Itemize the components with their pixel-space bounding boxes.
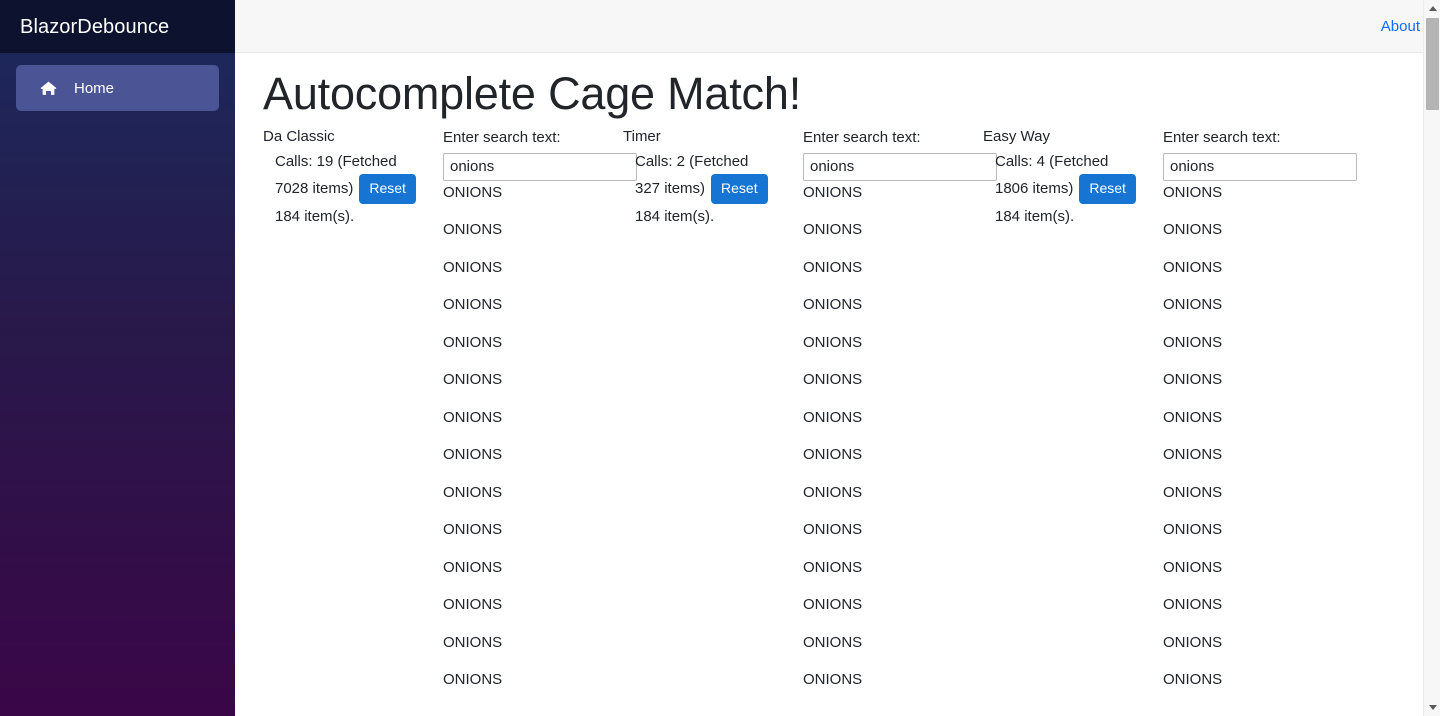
app-root: BlazorDebounce Home About Autocomplete C… [0, 0, 1440, 716]
list-item: ONIONS [1163, 181, 1343, 219]
page-content: Autocomplete Cage Match! Da Classic Call… [235, 53, 1440, 706]
column-title-timer: Timer [623, 126, 803, 149]
calls-line-timer: Calls: 2 (Fetched [635, 150, 803, 175]
list-item: ONIONS [1163, 593, 1343, 631]
calls-line-da-classic: Calls: 19 (Fetched [275, 150, 443, 175]
list-item: ONIONS [443, 443, 623, 481]
column-title-easy-way: Easy Way [983, 126, 1163, 149]
list-item: ONIONS [803, 218, 983, 256]
fetched-row-easy-way: 1806 items) Reset [995, 174, 1163, 203]
results-list-da-classic: ONIONS ONIONS ONIONS ONIONS ONIONS ONION… [443, 181, 623, 706]
results-list-easy-way: ONIONS ONIONS ONIONS ONIONS ONIONS ONION… [1163, 181, 1343, 706]
list-item: ONIONS [443, 481, 623, 519]
list-item: ONIONS [443, 593, 623, 631]
results-list-timer: ONIONS ONIONS ONIONS ONIONS ONIONS ONION… [803, 181, 983, 706]
list-item: ONIONS [803, 293, 983, 331]
search-label-timer: Enter search text: [803, 126, 983, 151]
column-timer-search: Enter search text: ONIONS ONIONS ONIONS … [803, 126, 983, 706]
top-bar: About [235, 0, 1440, 53]
calls-line-easy-way: Calls: 4 (Fetched [995, 150, 1163, 175]
sidebar: BlazorDebounce Home [0, 0, 235, 716]
search-label-easy-way: Enter search text: [1163, 126, 1343, 151]
fetched-items-da-classic: 7028 items) [275, 177, 353, 202]
list-item: ONIONS [803, 368, 983, 406]
list-item: ONIONS [1163, 218, 1343, 256]
reset-button-timer[interactable]: Reset [711, 174, 768, 203]
column-easy-way-search: Enter search text: ONIONS ONIONS ONIONS … [1163, 126, 1343, 706]
item-count-timer: 184 item(s). [635, 204, 803, 230]
list-item: ONIONS [443, 406, 623, 444]
app-brand[interactable]: BlazorDebounce [20, 17, 169, 37]
column-da-classic-stats: Da Classic Calls: 19 (Fetched 7028 items… [263, 126, 443, 229]
list-item: ONIONS [803, 406, 983, 444]
search-input-timer[interactable] [803, 153, 997, 181]
list-item: ONIONS [443, 181, 623, 219]
search-input-easy-way[interactable] [1163, 153, 1357, 181]
list-item: ONIONS [803, 331, 983, 369]
list-item: ONIONS [803, 181, 983, 219]
sidebar-nav: Home [0, 53, 235, 111]
list-item: ONIONS [443, 293, 623, 331]
column-da-classic-search: Enter search text: ONIONS ONIONS ONIONS … [443, 126, 623, 706]
list-item: ONIONS [803, 668, 983, 706]
home-icon [38, 78, 58, 98]
vertical-scrollbar[interactable] [1423, 0, 1440, 716]
list-item: ONIONS [1163, 631, 1343, 669]
reset-button-da-classic[interactable]: Reset [359, 174, 416, 203]
fetched-row-da-classic: 7028 items) Reset [275, 174, 443, 203]
scroll-up-arrow-icon[interactable] [1424, 0, 1440, 17]
list-item: ONIONS [1163, 256, 1343, 294]
about-link[interactable]: About [1381, 18, 1420, 35]
list-item: ONIONS [803, 518, 983, 556]
search-input-da-classic[interactable] [443, 153, 637, 181]
list-item: ONIONS [443, 256, 623, 294]
list-item: ONIONS [443, 631, 623, 669]
scrollbar-thumb[interactable] [1426, 18, 1439, 110]
list-item: ONIONS [1163, 556, 1343, 594]
list-item: ONIONS [1163, 368, 1343, 406]
fetched-items-timer: 327 items) [635, 177, 705, 202]
list-item: ONIONS [803, 481, 983, 519]
list-item: ONIONS [1163, 443, 1343, 481]
list-item: ONIONS [1163, 331, 1343, 369]
list-item: ONIONS [443, 368, 623, 406]
column-timer-stats: Timer Calls: 2 (Fetched 327 items) Reset… [623, 126, 803, 229]
list-item: ONIONS [443, 218, 623, 256]
list-item: ONIONS [1163, 406, 1343, 444]
list-item: ONIONS [1163, 293, 1343, 331]
list-item: ONIONS [1163, 518, 1343, 556]
list-item: ONIONS [443, 331, 623, 369]
fetched-items-easy-way: 1806 items) [995, 177, 1073, 202]
list-item: ONIONS [803, 443, 983, 481]
sidebar-header: BlazorDebounce [0, 0, 235, 53]
list-item: ONIONS [1163, 481, 1343, 519]
list-item: ONIONS [443, 668, 623, 706]
search-label-da-classic: Enter search text: [443, 126, 623, 151]
item-count-easy-way: 184 item(s). [995, 204, 1163, 230]
column-easy-way-stats: Easy Way Calls: 4 (Fetched 1806 items) R… [983, 126, 1163, 229]
column-title-da-classic: Da Classic [263, 126, 443, 149]
autocomplete-columns: Da Classic Calls: 19 (Fetched 7028 items… [235, 126, 1440, 706]
list-item: ONIONS [803, 256, 983, 294]
list-item: ONIONS [443, 556, 623, 594]
scroll-down-arrow-icon[interactable] [1424, 699, 1440, 716]
list-item: ONIONS [803, 556, 983, 594]
list-item: ONIONS [803, 631, 983, 669]
main-area: About Autocomplete Cage Match! Da Classi… [235, 0, 1440, 716]
sidebar-item-label: Home [74, 80, 114, 97]
reset-button-easy-way[interactable]: Reset [1079, 174, 1136, 203]
sidebar-item-home[interactable]: Home [16, 65, 219, 111]
list-item: ONIONS [1163, 668, 1343, 706]
list-item: ONIONS [443, 518, 623, 556]
fetched-row-timer: 327 items) Reset [635, 174, 803, 203]
item-count-da-classic: 184 item(s). [275, 204, 443, 230]
list-item: ONIONS [803, 593, 983, 631]
page-title: Autocomplete Cage Match! [235, 67, 1440, 120]
